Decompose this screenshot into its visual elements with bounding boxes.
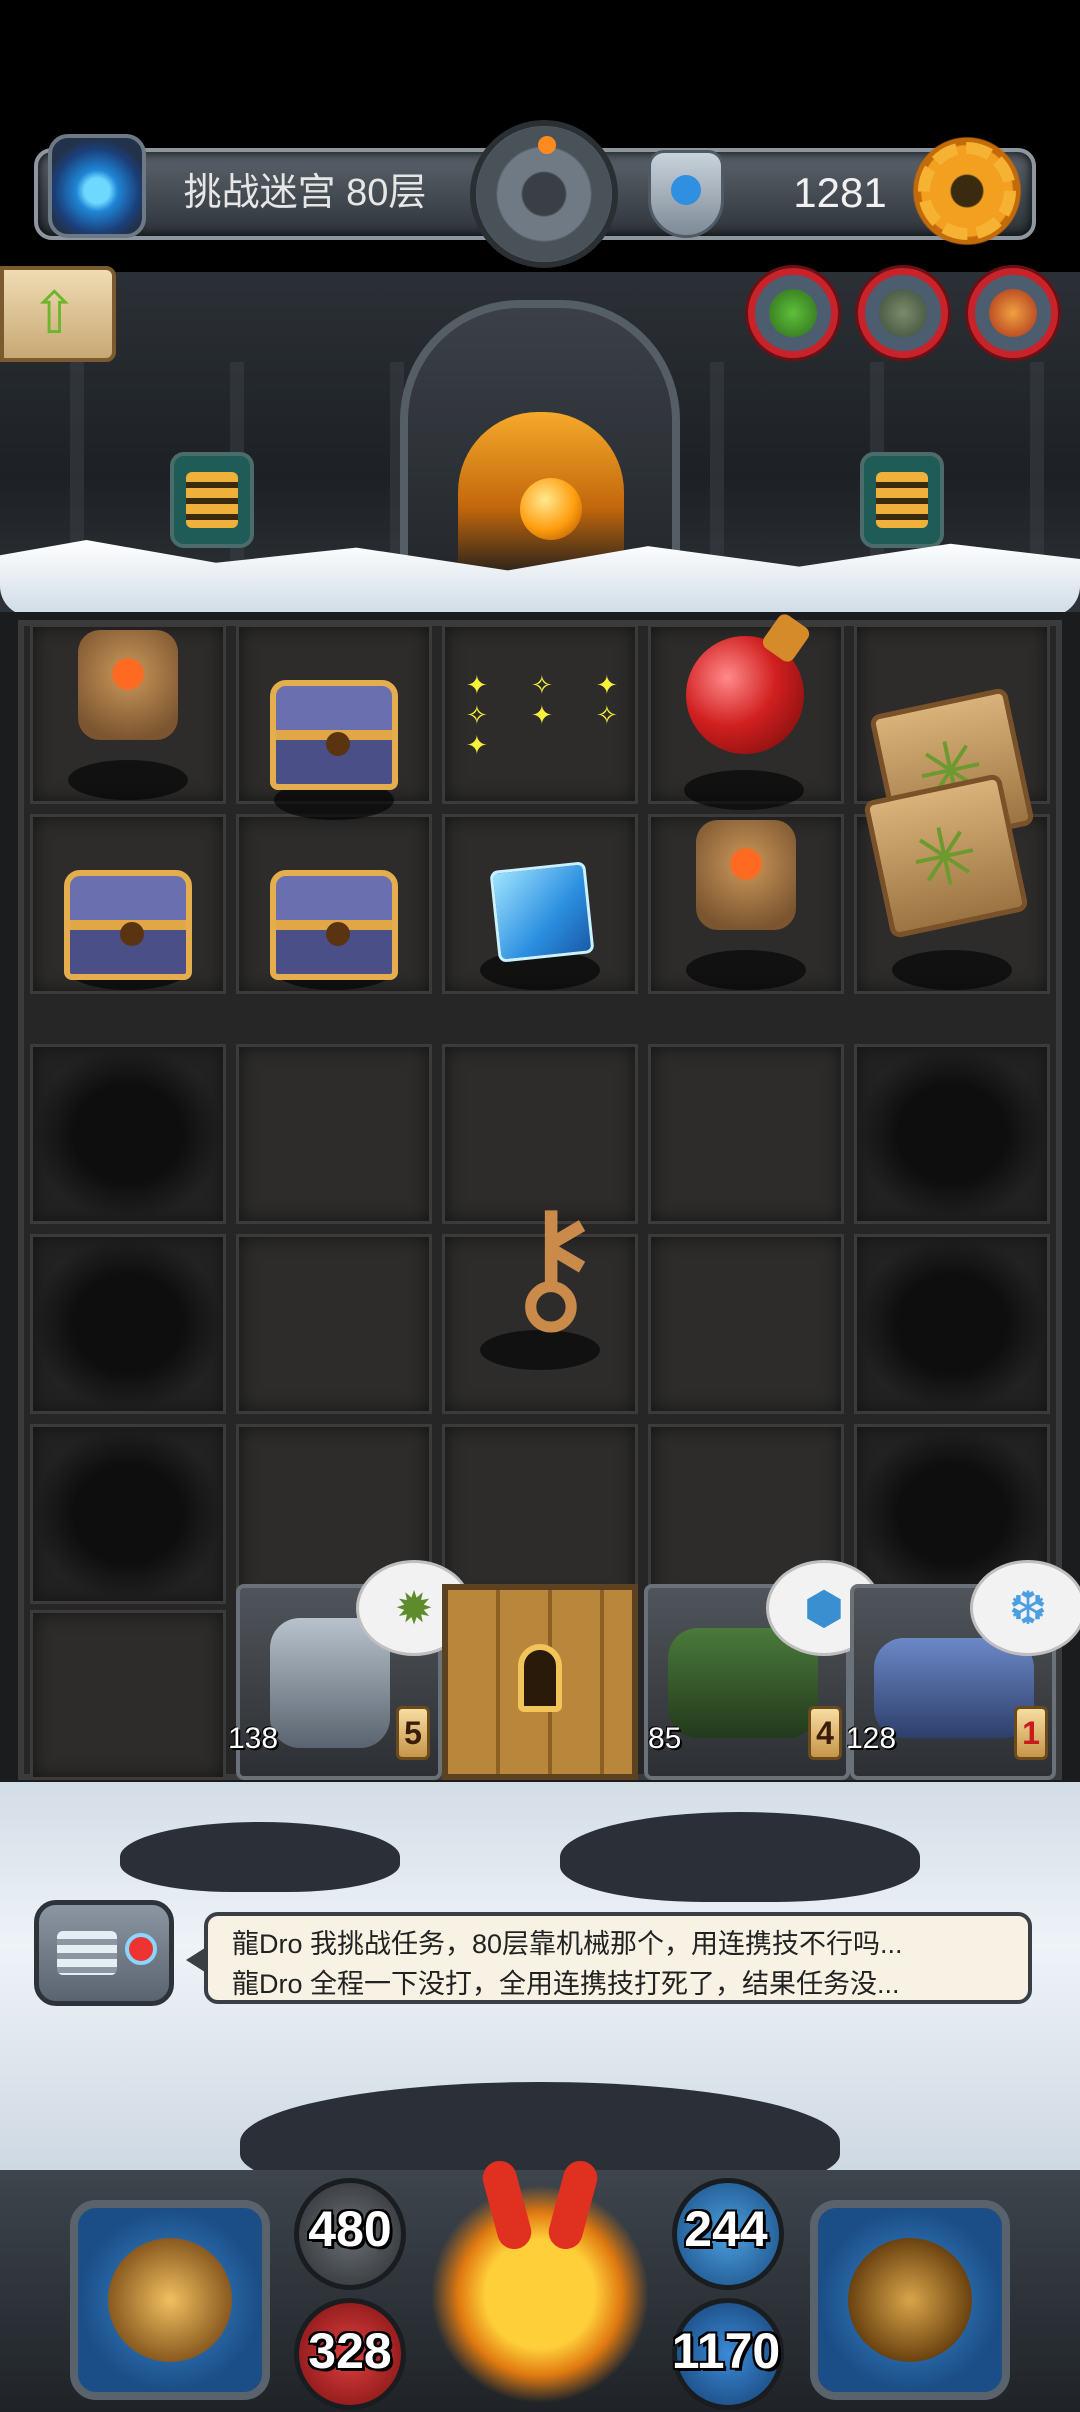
- hp-value: 328: [308, 2323, 392, 2379]
- mech-attack: 138: [228, 1722, 279, 1755]
- floor-up-button[interactable]: ⇧: [0, 266, 116, 362]
- gear-icon[interactable]: [912, 136, 1022, 246]
- red-potion-icon[interactable]: [686, 636, 804, 754]
- arrow-up-icon: ⇧: [30, 281, 79, 346]
- monster-portrait-imp[interactable]: [968, 268, 1058, 358]
- vent-left: [170, 452, 254, 548]
- board-hole: [30, 1424, 226, 1604]
- key-icon[interactable]: ⚷: [496, 1190, 606, 1340]
- item-shadow: [686, 950, 806, 990]
- cannon-attack: 128: [846, 1722, 897, 1755]
- board-hole: [30, 1234, 226, 1414]
- board-hole: [30, 1044, 226, 1224]
- chat-robot-icon[interactable]: [34, 1900, 174, 2006]
- floor-label: 挑战迷宫 80层: [183, 172, 427, 214]
- robot-eye: [125, 1933, 157, 1965]
- rock-decor: [560, 1812, 920, 1902]
- board-tile[interactable]: [236, 1234, 432, 1414]
- attack-value: 480: [308, 2201, 392, 2257]
- troll-face-icon: [879, 289, 927, 337]
- mana-value: 1170: [671, 2323, 781, 2379]
- monster-portrait-goblin[interactable]: [748, 268, 838, 358]
- treasure-chest-icon[interactable]: [64, 870, 192, 980]
- gate-orb-icon[interactable]: [520, 478, 582, 540]
- board-hole: [854, 1044, 1050, 1224]
- rock-decor: [120, 1822, 400, 1892]
- item-shadow: [684, 770, 804, 810]
- treasure-chest-icon[interactable]: [270, 680, 398, 790]
- item-shadow: [892, 950, 1012, 990]
- board-tile[interactable]: [442, 1424, 638, 1604]
- backpack-slot[interactable]: [810, 2200, 1010, 2400]
- chat-box[interactable]: 龍Dro 我挑战任务，80层靠机械那个，用连携技不行吗... 龍Dro 全程一下…: [186, 1912, 1032, 2004]
- chat-line-1: 龍Dro 我挑战任务，80层靠机械那个，用连携技不行吗...: [232, 1929, 903, 1959]
- ice-cube-icon[interactable]: [489, 861, 595, 963]
- item-shadow: [68, 760, 188, 800]
- hero-avatar[interactable]: [430, 2150, 650, 2412]
- ice-shard-icon: ❆: [970, 1560, 1080, 1656]
- goblin-face-icon: [769, 289, 817, 337]
- bomb-emblem-icon[interactable]: [470, 120, 618, 268]
- robot-screen: [57, 1931, 117, 1975]
- backpack-icon: [848, 2238, 972, 2362]
- fire-stone-icon[interactable]: [696, 820, 796, 930]
- armor-icon: [108, 2238, 232, 2362]
- board-tile[interactable]: [648, 1234, 844, 1414]
- gold-count: 1281: [793, 169, 887, 216]
- hero-ear-right: [544, 2157, 602, 2253]
- board-tile[interactable]: [236, 1044, 432, 1224]
- hero-ear-left: [478, 2157, 536, 2253]
- imp-face-icon: [989, 289, 1037, 337]
- tank-count-badge: 4: [808, 1706, 842, 1760]
- cannon-count-badge: 1: [1014, 1706, 1048, 1760]
- vent-right: [860, 452, 944, 548]
- fire-stone-icon[interactable]: [78, 630, 178, 740]
- sparkles-icon: ✦ ✧ ✦ ✧ ✦ ✧ ✦: [466, 670, 636, 760]
- scroll-icon[interactable]: [862, 772, 1030, 940]
- board-tile[interactable]: [30, 1610, 226, 1780]
- mask-icon: [648, 150, 724, 238]
- emblem-gem: [538, 136, 556, 154]
- board-tile[interactable]: [648, 1044, 844, 1224]
- board-hole: [854, 1234, 1050, 1414]
- armor-slot[interactable]: [70, 2200, 270, 2400]
- chat-line-2: 龍Dro 全程一下没打，全用连携技打死了，结果任务没...: [232, 1969, 900, 1999]
- portal-icon[interactable]: [48, 134, 146, 238]
- mech-count-badge: 5: [396, 1706, 430, 1760]
- keyhole-icon: [518, 1644, 562, 1712]
- tank-attack: 85: [648, 1722, 682, 1755]
- monster-portrait-troll[interactable]: [858, 268, 948, 358]
- locked-door[interactable]: [442, 1584, 638, 1780]
- defense-value: 244: [684, 2201, 768, 2257]
- treasure-chest-icon[interactable]: [270, 870, 398, 980]
